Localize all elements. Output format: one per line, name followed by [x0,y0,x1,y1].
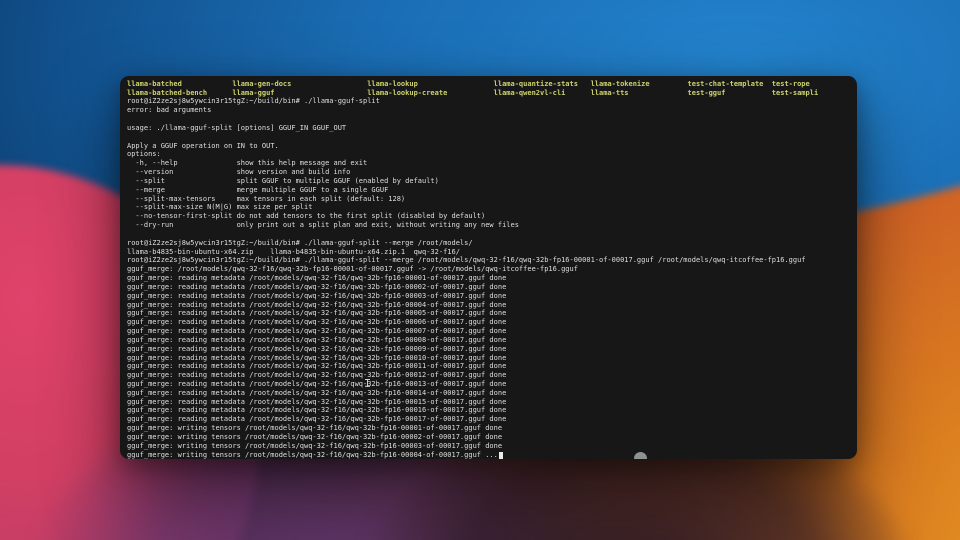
terminal-line: gguf_merge: reading metadata /root/model… [127,327,851,336]
terminal-line: Apply a GGUF operation on IN to OUT. [127,142,851,151]
terminal-line: --split-max-size N(M|G) max size per spl… [127,203,851,212]
terminal-line: gguf_merge: reading metadata /root/model… [127,389,851,398]
terminal-line: gguf_merge: reading metadata /root/model… [127,345,851,354]
terminal-line: gguf_merge: reading metadata /root/model… [127,318,851,327]
terminal-line: --split split GGUF to multiple GGUF (ena… [127,177,851,186]
terminal-line: --split-max-tensors max tensors in each … [127,195,851,204]
text-cursor-artifact [365,379,370,387]
terminal-line: gguf_merge: reading metadata /root/model… [127,309,851,318]
terminal-line: usage: ./llama-gguf-split [options] GGUF… [127,124,851,133]
terminal-line: root@iZ2ze2sj8w5ywcin3r15tgZ:~/build/bin… [127,97,851,106]
terminal-line: gguf_merge: reading metadata /root/model… [127,406,851,415]
terminal-line: gguf_merge: reading metadata /root/model… [127,274,851,283]
terminal-line [127,133,851,142]
terminal-line: options: [127,150,851,159]
desktop: - - - -llama-batched llama-gen-docs llam… [0,0,960,540]
block-cursor [499,452,503,459]
terminal-line [127,230,851,239]
terminal-line: --version show version and build info [127,168,851,177]
terminal-line: error: bad arguments [127,106,851,115]
terminal-line: gguf_merge: reading metadata /root/model… [127,380,851,389]
terminal-line: gguf_merge: reading metadata /root/model… [127,371,851,380]
terminal-line: gguf_merge: reading metadata /root/model… [127,354,851,363]
terminal-line: gguf_merge: reading metadata /root/model… [127,301,851,310]
terminal-line: root@iZ2ze2sj8w5ywcin3r15tgZ:~/build/bin… [127,256,851,265]
terminal-line: gguf_merge: reading metadata /root/model… [127,362,851,371]
terminal-line: root@iZ2ze2sj8w5ywcin3r15tgZ:~/build/bin… [127,239,851,248]
terminal-line: llama-batched llama-gen-docs llama-looku… [127,80,851,89]
terminal-line: gguf_merge: reading metadata /root/model… [127,415,851,424]
terminal-line: -h, --help show this help message and ex… [127,159,851,168]
terminal-line: llama-batched-bench llama-gguf llama-loo… [127,89,851,98]
terminal-line: --no-tensor-first-split do not add tenso… [127,212,851,221]
terminal-window[interactable]: - - - -llama-batched llama-gen-docs llam… [120,76,857,459]
terminal-line: gguf_merge: writing tensors /root/models… [127,424,851,433]
terminal-line: gguf_merge: reading metadata /root/model… [127,283,851,292]
terminal-line: --dry-run only print out a split plan an… [127,221,851,230]
terminal-line: gguf_merge: /root/models/qwq-32-f16/qwq-… [127,265,851,274]
terminal-line [127,115,851,124]
terminal-line: gguf_merge: writing tensors /root/models… [127,433,851,442]
terminal-line: llama-b4835-bin-ubuntu-x64.zip llama-b48… [127,248,851,257]
terminal-line: gguf_merge: writing tensors /root/models… [127,442,851,451]
terminal-output[interactable]: - - - -llama-batched llama-gen-docs llam… [120,76,857,459]
terminal-line: gguf_merge: reading metadata /root/model… [127,398,851,407]
terminal-line: - - - - [127,76,851,80]
pointer-artifact [634,452,647,459]
terminal-line: gguf_merge: reading metadata /root/model… [127,292,851,301]
terminal-line: --merge merge multiple GGUF to a single … [127,186,851,195]
terminal-line: gguf_merge: writing tensors /root/models… [127,451,851,459]
terminal-line: gguf_merge: reading metadata /root/model… [127,336,851,345]
